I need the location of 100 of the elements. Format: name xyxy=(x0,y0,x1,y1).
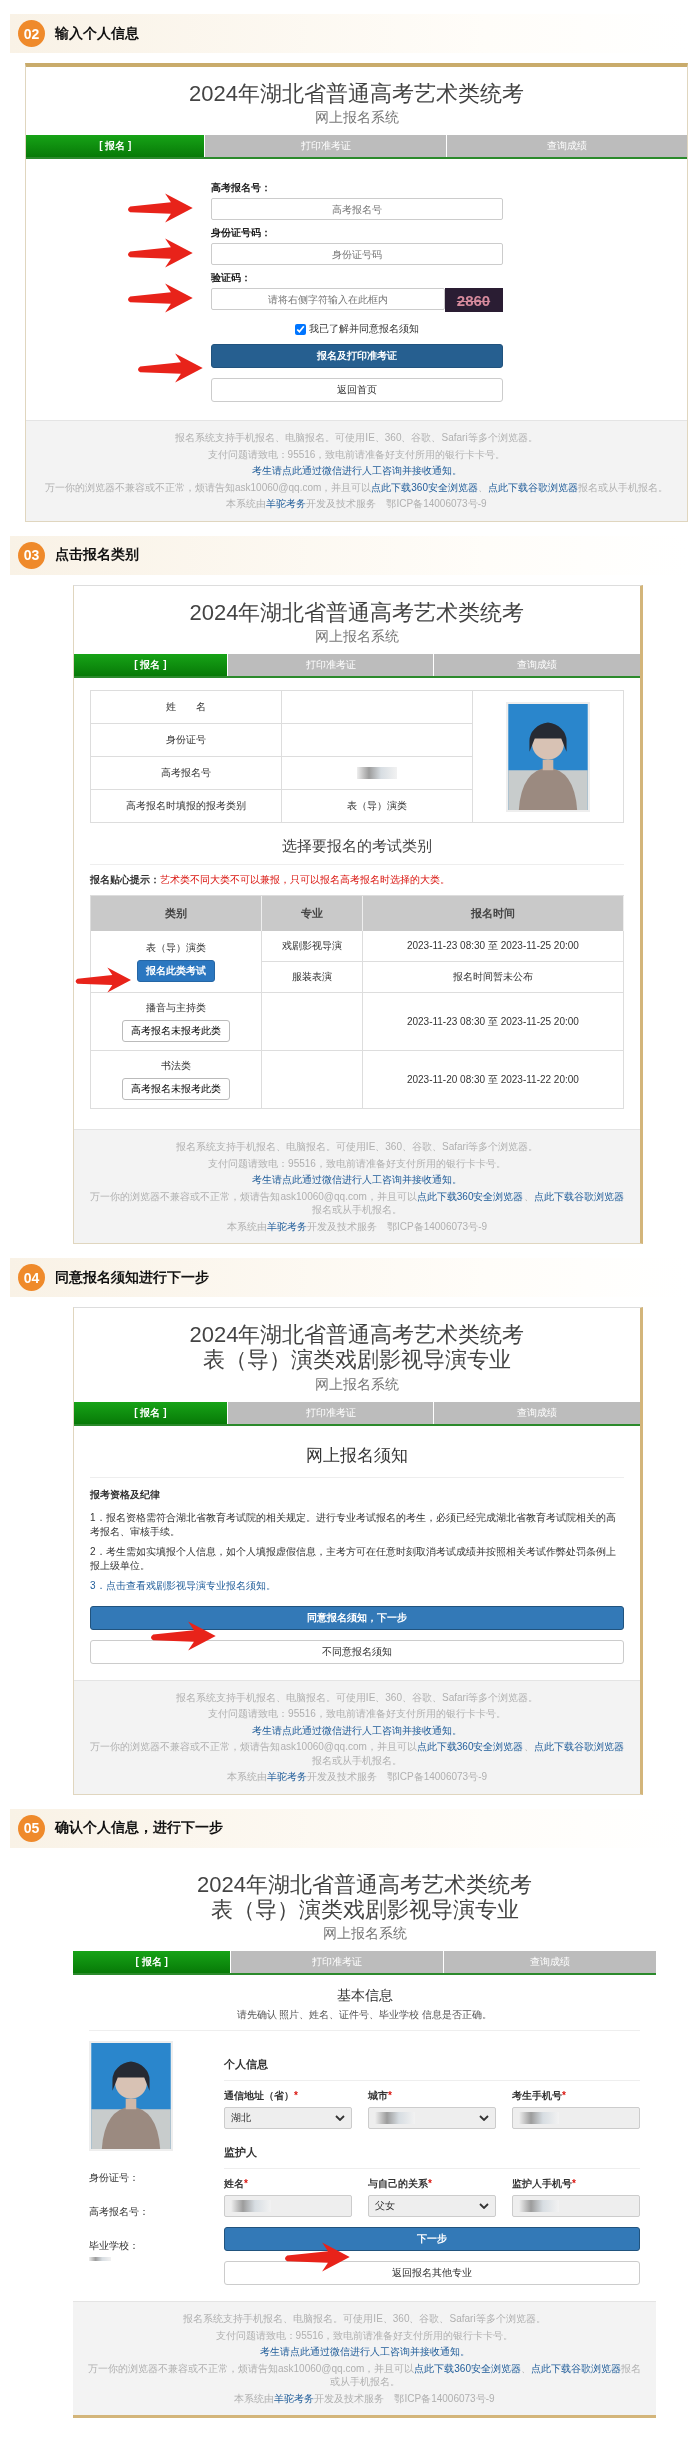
footer-link[interactable]: 考生请点此通过微信进行人工咨询并接收通知。 xyxy=(252,1173,462,1187)
section-heading: 基本信息 xyxy=(335,1987,394,2006)
category-button[interactable]: 高考报名未报考此类 xyxy=(121,1078,230,1101)
footer-link[interactable]: 点此下载谷歌浏览器 xyxy=(533,1190,624,1202)
table-cell: 服装表演 xyxy=(261,962,363,994)
input-field[interactable] xyxy=(512,2195,640,2218)
footer-link[interactable]: 点此下载360安全浏览器 xyxy=(414,2362,521,2374)
tip-text: 报名贴心提示：艺术类不同大类不可以兼报，只可以报名高考报名时选择的大类。 xyxy=(90,873,451,888)
field-label: 姓名* xyxy=(224,2177,249,2192)
footer-link[interactable]: 羊驼考务 xyxy=(266,498,307,510)
input-field[interactable]: 高考报名号 xyxy=(210,198,503,221)
footer-link[interactable]: 羊驼考务 xyxy=(266,1220,307,1232)
table-cell: 2023-11-20 08:30 至 2023-11-22 20:00 xyxy=(362,1051,624,1110)
hint-text: 请先确认 照片、姓名、证件号、毕业学校 信息是否正确。 xyxy=(89,2005,640,2032)
section-title: 个人信息 xyxy=(224,2041,640,2082)
page-title: 2024年湖北省普通高考艺术类统考 xyxy=(197,1871,532,1897)
page-subtitle: 网上报名系统 xyxy=(314,109,399,128)
action-button[interactable]: 同意报名须知，下一步 xyxy=(90,1605,624,1630)
footer-link[interactable]: 点此下载谷歌浏览器 xyxy=(533,1741,624,1753)
footer-link[interactable]: 考生请点此通过微信进行人工咨询并接收通知。 xyxy=(251,464,462,478)
field-label: 监护人手机号* xyxy=(512,2177,577,2192)
step-title: 点击报名类别 xyxy=(55,546,139,565)
step-number: 04 xyxy=(18,1264,45,1292)
field-label: 高考报名号： xyxy=(210,181,272,196)
nav-tab[interactable]: [ 报名 ] xyxy=(74,1401,227,1424)
captcha-image: 2860 xyxy=(444,288,503,313)
nav-tab[interactable]: [ 报名 ] xyxy=(74,654,227,677)
step-title: 确认个人信息，进行下一步 xyxy=(55,1819,223,1838)
input-field[interactable]: 身份证号码 xyxy=(210,243,503,266)
footer-link[interactable]: 点此下载360安全浏览器 xyxy=(371,481,478,493)
category-button[interactable]: 高考报名未报考此类 xyxy=(121,1020,230,1043)
page-title: 2024年湖北省普通高考艺术类统考 xyxy=(189,81,524,107)
section-title: 报考资格及纪律 xyxy=(90,1487,161,1502)
notice-text: 1．报名资格需符合湖北省教育考试院的相关规定。进行专业考试报名的考生，必须已经完成湖北省教育考试院相关的高考报名、审核手续。 xyxy=(90,1510,617,1539)
page-title: 表（导）演类戏剧影视导演专业 xyxy=(210,1897,519,1923)
nav-tab[interactable]: [ 报名 ] xyxy=(73,1951,231,1974)
input-field[interactable]: 请将右侧字符输入在此框内 xyxy=(210,288,445,311)
column-header: 报名时间 xyxy=(362,896,624,932)
column-header: 类别 xyxy=(91,896,262,932)
footer-link[interactable]: 考生请点此通过微信进行人工咨询并接收通知。 xyxy=(259,2345,470,2359)
footer-link[interactable]: 点此下载360安全浏览器 xyxy=(416,1190,524,1202)
field-label: 验证码： xyxy=(210,271,252,286)
field-label: 与自己的关系* xyxy=(368,2177,433,2192)
action-button[interactable]: 下一步 xyxy=(224,2227,640,2252)
footer-link[interactable]: 考生请点此通过微信进行人工咨询并接收通知。 xyxy=(252,1723,462,1738)
section-title: 监护人 xyxy=(224,2129,640,2170)
step-title: 输入个人信息 xyxy=(55,24,139,43)
footer-link[interactable]: 羊驼考务 xyxy=(274,2392,315,2404)
notice-link[interactable]: 3．点击查看戏剧影视导演专业报名须知。 xyxy=(90,1575,624,1596)
page-subtitle: 网上报名系统 xyxy=(322,1925,407,1944)
page-title: 2024年湖北省普通高考艺术类统考 xyxy=(189,1322,525,1348)
info-label: 高考报名号： xyxy=(89,2205,150,2220)
footer-link[interactable]: 羊驼考务 xyxy=(266,1771,307,1783)
page-subtitle: 网上报名系统 xyxy=(315,628,399,647)
table-cell: 高考报名时填报的报考类别 xyxy=(91,790,282,823)
notice-text: 2．考生需如实填报个人信息，如个人填报虚假信息，主考方可在任意时刻取消考试成绩并按照相关考试作弊处罚条例上报上级单位。 xyxy=(90,1544,617,1573)
page-title: 表（导）演类戏剧影视导演专业 xyxy=(203,1347,511,1373)
step-title: 同意报名须知进行下一步 xyxy=(55,1268,209,1287)
input-field[interactable] xyxy=(512,2107,640,2130)
table-cell: 表（导）演类 xyxy=(282,790,473,823)
field-label: 考生手机号* xyxy=(512,2089,567,2104)
table-cell: 报名时间暂未公布 xyxy=(362,962,624,994)
table-cell: 身份证号 xyxy=(91,724,282,757)
blur-mark xyxy=(89,2257,111,2262)
select-field[interactable]: 父女 xyxy=(368,2195,496,2218)
table-cell: 2023-11-23 08:30 至 2023-11-25 20:00 xyxy=(362,993,624,1052)
step-number: 03 xyxy=(18,541,45,569)
category-button[interactable]: 报名此类考试 xyxy=(136,960,215,983)
blur-mark xyxy=(519,2200,559,2213)
caret-icon xyxy=(479,2115,489,2122)
footer-link[interactable]: 点此下载谷歌浏览器 xyxy=(531,2362,621,2374)
action-button[interactable]: 报名及打印准考证 xyxy=(210,344,503,369)
field-label: 通信地址（省）* xyxy=(224,2089,299,2104)
agree-label: 我已了解并同意报名须知 xyxy=(308,322,419,337)
table-cell: 姓 名 xyxy=(91,691,282,724)
category-name: 表（导）演类 xyxy=(145,941,206,956)
table-cell: 2023-11-23 08:30 至 2023-11-25 20:00 xyxy=(362,931,624,963)
category-name: 书法类 xyxy=(160,1059,191,1074)
nav-tab[interactable]: [ 报名 ] xyxy=(26,135,205,158)
category-name: 播音与主持类 xyxy=(145,1001,206,1016)
select-field[interactable] xyxy=(368,2107,496,2130)
footer-link[interactable]: 点此下载360安全浏览器 xyxy=(416,1741,524,1753)
input-field[interactable] xyxy=(224,2195,352,2218)
blur-mark xyxy=(357,767,397,780)
column-header: 专业 xyxy=(261,896,363,932)
action-button[interactable]: 不同意报名须知 xyxy=(90,1639,624,1664)
blur-mark xyxy=(519,2112,559,2125)
info-label: 毕业学校： xyxy=(89,2239,140,2254)
section-heading: 网上报名须知 xyxy=(90,1435,624,1478)
select-field[interactable]: 湖北 xyxy=(224,2107,352,2130)
footer-link[interactable]: 点此下载谷歌浏览器 xyxy=(488,481,578,493)
step-number: 05 xyxy=(18,1814,45,1842)
action-button[interactable]: 返回报名其他专业 xyxy=(224,2261,640,2286)
action-button[interactable]: 返回首页 xyxy=(210,378,503,403)
page-subtitle: 网上报名系统 xyxy=(315,1375,399,1394)
page-title: 2024年湖北省普通高考艺术类统考 xyxy=(189,599,525,626)
blur-mark xyxy=(231,2200,271,2213)
agree-checkbox[interactable] xyxy=(294,323,306,335)
step-number: 02 xyxy=(18,20,45,47)
caret-icon xyxy=(335,2115,345,2122)
